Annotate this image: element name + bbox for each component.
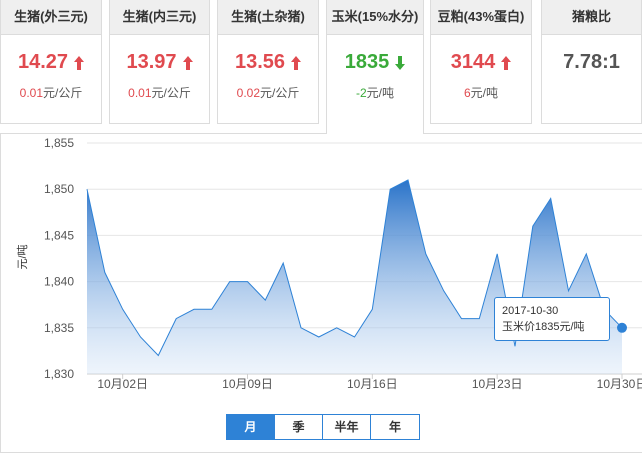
series-corn-price bbox=[86, 179, 627, 374]
x-tick-label: 10月16日 bbox=[347, 377, 398, 391]
chart-tooltip: 2017-10-30 玉米价1835元/吨 bbox=[494, 297, 610, 341]
y-tick-label: 1,855 bbox=[44, 136, 74, 150]
tab-year[interactable]: 年 bbox=[371, 415, 419, 439]
range-tabs: 月 季 半年 年 bbox=[226, 414, 420, 440]
card-price: 1835 bbox=[327, 50, 423, 76]
data-point bbox=[617, 322, 627, 333]
x-tick-label: 10月02日 bbox=[97, 377, 148, 391]
card-title: 玉米(15%水分) bbox=[327, 0, 423, 35]
arrow-down-icon bbox=[395, 52, 406, 76]
price-chart: 1,8301,8351,8401,8451,8501,855 10月02日 10月… bbox=[16, 136, 642, 391]
tooltip-date: 2017-10-30 bbox=[502, 305, 559, 317]
tab-month[interactable]: 月 bbox=[227, 415, 275, 439]
y-axis-label: 元/吨 bbox=[16, 244, 29, 269]
x-tick-label: 10月09日 bbox=[222, 377, 273, 391]
y-axis: 1,830 1,835 1,840 1,845 1,850 1,855 bbox=[44, 136, 74, 381]
x-axis: 10月02日 10月09日 10月16日 10月23日 10月30日 bbox=[87, 373, 642, 391]
x-tick-label: 10月23日 bbox=[472, 377, 523, 391]
tab-quarter[interactable]: 季 bbox=[275, 415, 323, 439]
tab-half-year[interactable]: 半年 bbox=[323, 415, 371, 439]
y-tick-label: 1,835 bbox=[44, 321, 74, 335]
change-unit: 元/吨 bbox=[366, 86, 394, 100]
card-corn[interactable]: 玉米(15%水分) 1835 -2元/吨 bbox=[326, 0, 424, 134]
change-value: -2 bbox=[355, 86, 367, 100]
price-value: 1835 bbox=[344, 51, 390, 73]
y-tick-label: 1,830 bbox=[44, 367, 74, 381]
card-change: -2元/吨 bbox=[327, 84, 423, 101]
tooltip-text: 玉米价1835元/吨 bbox=[502, 321, 585, 333]
area-fill bbox=[87, 180, 622, 374]
y-tick-label: 1,850 bbox=[44, 182, 74, 196]
x-tick-label: 10月30日 bbox=[597, 377, 642, 391]
y-tick-label: 1,845 bbox=[44, 228, 74, 242]
y-tick-label: 1,840 bbox=[44, 275, 74, 289]
